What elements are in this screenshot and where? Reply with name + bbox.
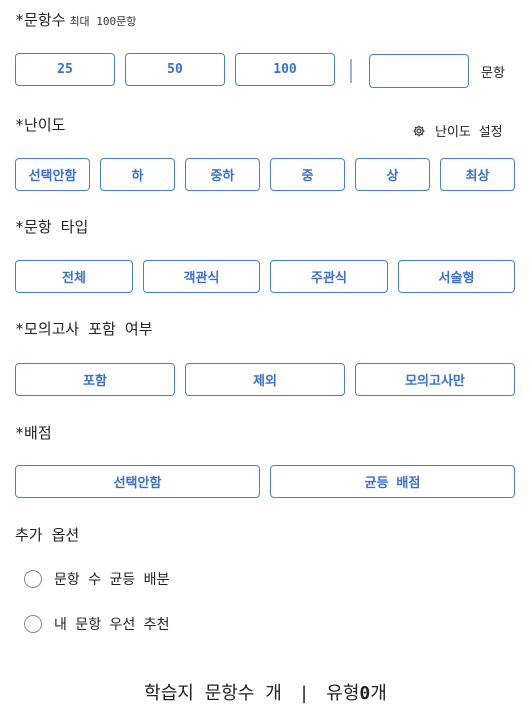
- count-25-button[interactable]: 25: [15, 53, 115, 86]
- count-100-button[interactable]: 100: [235, 53, 335, 86]
- type-essay-button[interactable]: 서술형: [398, 260, 515, 293]
- option-my-questions-first[interactable]: 내 문항 우선 추천: [24, 614, 169, 634]
- difficulty-none-button[interactable]: 선택안함: [15, 158, 90, 191]
- mock-exclude-button[interactable]: 제외: [185, 363, 345, 396]
- type-short-answer-button[interactable]: 주관식: [270, 260, 388, 293]
- difficulty-high-button[interactable]: 상: [355, 158, 430, 191]
- difficulty-mid-low-button[interactable]: 중하: [185, 158, 260, 191]
- score-none-button[interactable]: 선택안함: [15, 465, 260, 498]
- type-multiple-choice-button[interactable]: 객관식: [143, 260, 260, 293]
- count-50-button[interactable]: 50: [125, 53, 225, 86]
- summary-divider: |: [298, 683, 310, 704]
- gear-icon: [413, 124, 425, 137]
- question-count-label: *문항수: [15, 11, 66, 29]
- radio-button[interactable]: [24, 615, 42, 633]
- score-equal-button[interactable]: 균등 배점: [270, 465, 515, 498]
- difficulty-highest-button[interactable]: 최상: [440, 158, 515, 191]
- type-title: *문항 타입: [15, 218, 89, 236]
- mock-include-button[interactable]: 포함: [15, 363, 175, 396]
- score-title: *배점: [15, 424, 52, 442]
- option-label: 내 문항 우선 추천: [54, 617, 170, 633]
- option-equal-distribution[interactable]: 문항 수 균등 배분: [24, 569, 169, 589]
- radio-button[interactable]: [24, 570, 42, 588]
- difficulty-settings-link[interactable]: 난이도 설정: [412, 121, 503, 140]
- summary-question-count: 학습지 문항수 개: [144, 683, 282, 704]
- difficulty-settings-label: 난이도 설정: [435, 125, 503, 140]
- count-unit-label: 문항: [481, 66, 505, 81]
- difficulty-low-button[interactable]: 하: [100, 158, 175, 191]
- custom-count-input[interactable]: [369, 54, 469, 88]
- question-count-note: 최대 100문항: [69, 15, 137, 28]
- difficulty-mid-button[interactable]: 중: [270, 158, 345, 191]
- difficulty-title: *난이도: [15, 116, 66, 134]
- summary-type-label: 유형: [326, 683, 360, 704]
- mock-only-button[interactable]: 모의고사만: [355, 363, 515, 396]
- mock-exam-title: *모의고사 포함 여부: [15, 320, 153, 338]
- divider: [350, 59, 352, 83]
- summary-type-unit: 개: [370, 683, 387, 704]
- question-count-title: *문항수 최대 100문항: [15, 9, 136, 30]
- option-label: 문항 수 균등 배분: [54, 572, 170, 588]
- summary-type-count: 0: [359, 683, 371, 704]
- type-all-button[interactable]: 전체: [15, 260, 133, 293]
- extra-options-title: 추가 옵션: [15, 526, 80, 544]
- worksheet-summary: 학습지 문항수 개 | 유형0개: [0, 679, 531, 705]
